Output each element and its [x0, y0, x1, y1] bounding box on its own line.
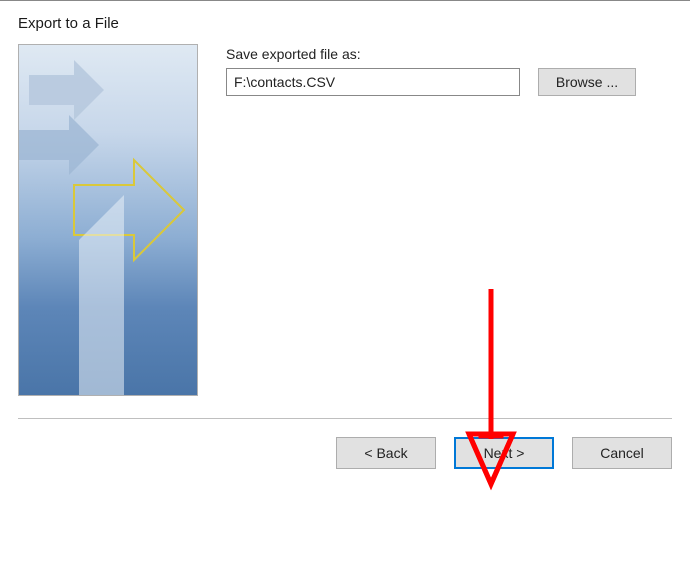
- filepath-row: Browse ...: [226, 68, 672, 96]
- next-button[interactable]: Next >: [454, 437, 554, 469]
- button-bar: < Back Next > Cancel: [0, 419, 690, 469]
- filepath-input[interactable]: [226, 68, 520, 96]
- back-button[interactable]: < Back: [336, 437, 436, 469]
- wizard-graphic-icon: [19, 45, 198, 396]
- dialog-header: Export to a File: [0, 0, 690, 32]
- wizard-image: [18, 44, 198, 396]
- wizard-form: Save exported file as: Browse ...: [226, 44, 672, 396]
- cancel-button[interactable]: Cancel: [572, 437, 672, 469]
- browse-button[interactable]: Browse ...: [538, 68, 636, 96]
- filepath-label: Save exported file as:: [226, 46, 672, 62]
- page-title: Export to a File: [18, 15, 672, 32]
- dialog-body: Save exported file as: Browse ...: [0, 32, 690, 396]
